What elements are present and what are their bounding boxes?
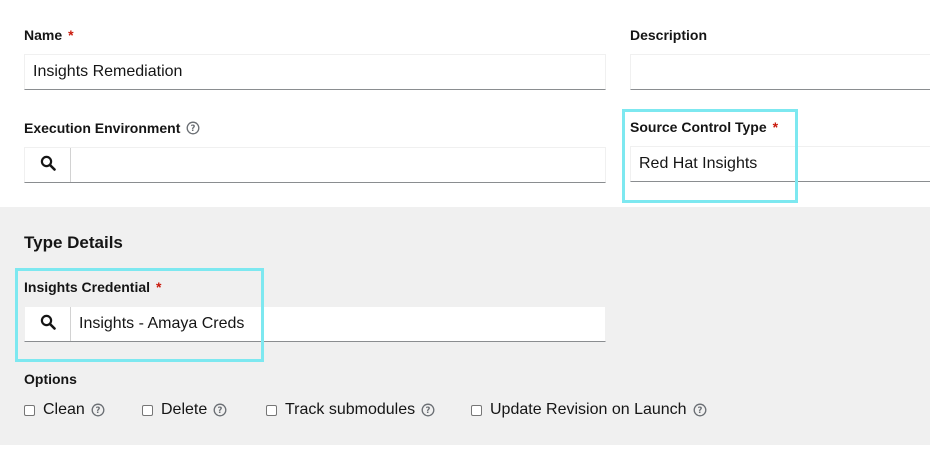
track-submodules-label: Track submodules — [285, 401, 416, 418]
option-update-revision-on-launch[interactable]: Update Revision on Launch ? — [471, 401, 707, 419]
execution-environment-label: Execution Environment ? — [24, 120, 200, 136]
insights-credential-highlight — [15, 268, 264, 362]
svg-text:?: ? — [697, 406, 702, 416]
option-delete[interactable]: Delete ? — [142, 401, 227, 419]
update-revision-checkbox[interactable] — [471, 404, 482, 416]
help-icon[interactable]: ? — [186, 121, 200, 135]
execution-environment-lookup[interactable] — [24, 147, 606, 183]
name-required-marker: * — [68, 27, 74, 43]
description-label: Description — [630, 27, 707, 43]
help-icon[interactable]: ? — [213, 403, 227, 417]
help-icon[interactable]: ? — [693, 403, 707, 417]
help-icon[interactable]: ? — [91, 403, 105, 417]
options-label: Options — [24, 371, 77, 387]
source-control-type-highlight — [622, 109, 798, 203]
svg-text:?: ? — [95, 406, 100, 416]
option-track-submodules[interactable]: Track submodules ? — [266, 401, 435, 419]
execution-environment-search-button[interactable] — [25, 148, 71, 182]
option-clean[interactable]: Clean ? — [24, 401, 105, 419]
name-label: Name * — [24, 27, 74, 43]
execution-environment-label-text: Execution Environment — [24, 120, 181, 136]
description-label-text: Description — [630, 27, 708, 43]
svg-text:?: ? — [426, 406, 431, 416]
update-revision-label: Update Revision on Launch — [490, 401, 687, 418]
svg-text:?: ? — [191, 124, 196, 134]
svg-text:?: ? — [218, 406, 223, 416]
name-input-value: Insights Remediation — [33, 63, 183, 80]
type-details-title: Type Details — [24, 233, 123, 252]
clean-checkbox[interactable] — [24, 404, 35, 416]
name-input[interactable]: Insights Remediation — [24, 54, 606, 90]
execution-environment-input[interactable] — [71, 148, 605, 182]
delete-checkbox[interactable] — [142, 404, 153, 416]
search-icon — [40, 155, 56, 176]
help-icon[interactable]: ? — [421, 403, 435, 417]
description-input[interactable] — [630, 54, 930, 90]
track-submodules-checkbox[interactable] — [266, 404, 277, 416]
name-label-text: Name — [24, 27, 63, 43]
clean-label: Clean — [43, 401, 85, 418]
delete-label: Delete — [161, 401, 208, 418]
